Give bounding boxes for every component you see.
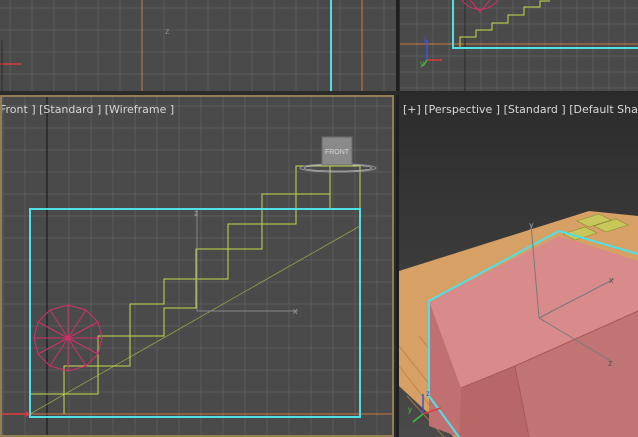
tripod-z-label: z bbox=[426, 389, 430, 398]
tripod-y-label: y bbox=[408, 405, 412, 414]
gizmo-z-label: z bbox=[608, 358, 613, 368]
stairs-wireframe-back bbox=[63, 165, 361, 414]
perspective-viewport[interactable]: y x z z y [+] [Perspective ] [Standard ]… bbox=[399, 96, 638, 437]
top-left-viewport[interactable]: z bbox=[0, 0, 396, 91]
top-right-viewport[interactable]: z y bbox=[400, 0, 638, 91]
sphere-wireframe bbox=[33, 304, 103, 372]
stairs-wireframe bbox=[29, 165, 331, 414]
front-viewport[interactable]: x z FRONT Front ] [Standard ] [Wireframe… bbox=[0, 96, 394, 437]
pivot-marker: z bbox=[165, 26, 170, 36]
top-left-viewport-canvas: z bbox=[0, 0, 396, 91]
perspective-viewport-canvas: y x z z y bbox=[399, 96, 638, 437]
front-viewport-label[interactable]: Front ] [Standard ] [Wireframe ] bbox=[0, 103, 174, 116]
top-right-viewport-canvas: z y bbox=[400, 0, 638, 91]
grid bbox=[400, 0, 638, 91]
viewport-divider-horizontal[interactable] bbox=[0, 91, 638, 95]
axis-label-z: z bbox=[423, 35, 427, 44]
perspective-viewport-label[interactable]: [+] [Perspective ] [Standard ] [Default … bbox=[403, 103, 638, 116]
gizmo-z-label: z bbox=[194, 208, 199, 218]
gizmo-x-label: x bbox=[609, 275, 614, 285]
viewcube-label: FRONT bbox=[325, 149, 350, 156]
viewport-divider-vertical[interactable] bbox=[396, 0, 399, 437]
grid bbox=[0, 0, 396, 91]
axis-label-y: y bbox=[420, 59, 424, 68]
gizmo-x-label: x bbox=[293, 306, 298, 316]
front-viewport-canvas: x z FRONT bbox=[0, 96, 394, 437]
axis-gizmo: z y bbox=[420, 35, 442, 68]
gizmo-y-label: y bbox=[529, 220, 534, 230]
